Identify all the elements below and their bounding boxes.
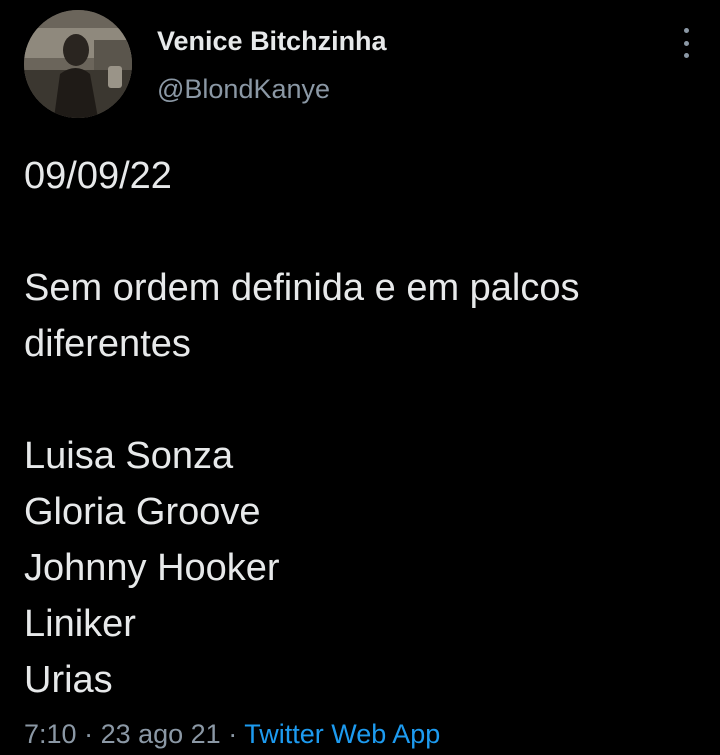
tweet-source-link[interactable]: Twitter Web App <box>244 719 440 749</box>
artist-item: Liniker <box>24 603 136 645</box>
tweet: Venice Bitchzinha @BlondKanye 09/09/22 S… <box>0 0 720 755</box>
vertical-ellipsis-icon <box>683 53 689 58</box>
display-name[interactable]: Venice Bitchzinha <box>157 24 387 58</box>
tweet-intro-line: Sem ordem definida e em palcos <box>24 267 580 309</box>
artist-item: Johnny Hooker <box>24 547 280 589</box>
vertical-ellipsis-icon <box>683 28 689 33</box>
avatar[interactable] <box>24 10 132 118</box>
artist-item: Urias <box>24 659 113 701</box>
artist-item: Luisa Sonza <box>24 435 234 477</box>
more-options-button[interactable] <box>674 28 698 58</box>
meta-separator: · <box>76 719 101 749</box>
tweet-date[interactable]: 23 ago 21 <box>101 719 221 749</box>
tweet-header: Venice Bitchzinha @BlondKanye <box>24 10 704 120</box>
artist-item: Gloria Groove <box>24 491 261 533</box>
tweet-date-line: 09/09/22 <box>24 155 172 197</box>
tweet-meta: 7:10 · 23 ago 21 · Twitter Web App <box>24 714 440 754</box>
vertical-ellipsis-icon <box>683 40 689 46</box>
user-handle[interactable]: @BlondKanye <box>157 72 387 106</box>
tweet-text: 09/09/22 Sem ordem definida e em palcos … <box>24 148 704 708</box>
meta-separator: · <box>220 719 245 749</box>
user-names: Venice Bitchzinha @BlondKanye <box>157 24 387 106</box>
tweet-intro-line: diferentes <box>24 323 191 365</box>
tweet-time[interactable]: 7:10 <box>24 719 77 749</box>
avatar-photo-icon <box>24 10 132 118</box>
